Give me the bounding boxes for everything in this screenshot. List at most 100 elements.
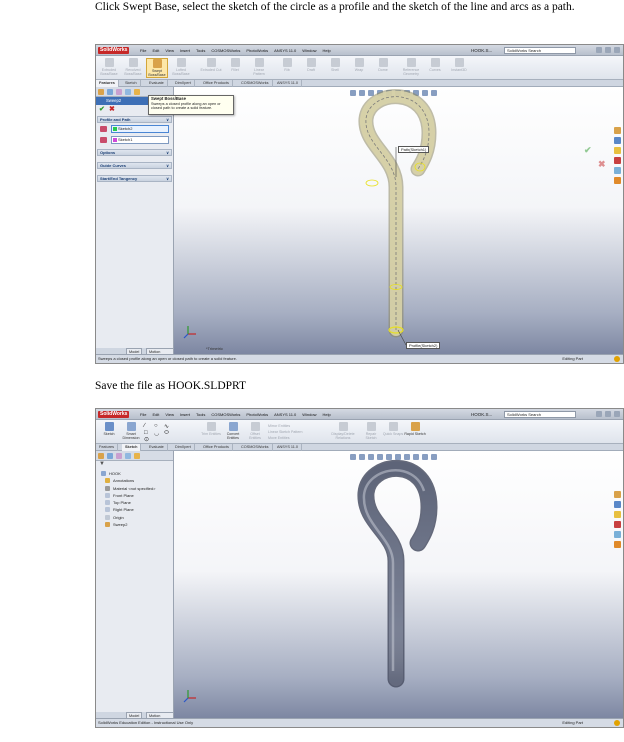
lofted-boss-button[interactable]: Lofted Boss/Base <box>170 58 192 78</box>
tree-item-part[interactable]: HOOK <box>99 470 170 477</box>
help-icon[interactable] <box>614 720 620 726</box>
path-callout[interactable]: Path(Sketch1) <box>398 146 430 153</box>
minimize-icon[interactable] <box>596 411 602 417</box>
tree-item-material[interactable]: Material <not specified> <box>99 485 170 492</box>
tab-evaluate[interactable]: Evaluate <box>146 444 168 451</box>
tree-item-right-plane[interactable]: Right Plane <box>99 506 170 513</box>
tab-features[interactable]: Features <box>96 80 119 87</box>
menu-file[interactable]: File <box>140 411 146 418</box>
offset-entities-button[interactable]: Offset Entities <box>244 422 266 442</box>
repair-sketch-button[interactable]: Repair Sketch <box>360 422 382 442</box>
configuration-icon[interactable] <box>116 453 122 459</box>
graphics-area[interactable] <box>174 451 623 718</box>
menu-help[interactable]: Help <box>323 47 331 54</box>
menu-window[interactable]: Window <box>302 411 316 418</box>
menu-edit[interactable]: Edit <box>152 411 159 418</box>
convert-entities-button[interactable]: Convert Entities <box>222 422 244 442</box>
curves-button[interactable]: Curves <box>424 58 446 78</box>
extruded-cut-button[interactable]: Extruded Cut <box>200 58 222 78</box>
menu-cosmosworks[interactable]: COSMOSWorks <box>211 411 240 418</box>
ellipse-icon[interactable]: ⬭ <box>164 430 169 437</box>
dimxpert-icon[interactable] <box>125 453 131 459</box>
tree-item-annotations[interactable]: Annotations <box>99 477 170 484</box>
menu-insert[interactable]: Insert <box>180 411 190 418</box>
tree-item-front-plane[interactable]: Front Plane <box>99 492 170 499</box>
menu-view[interactable]: View <box>165 47 174 54</box>
graphics-area[interactable]: ✔ ✖ Path(Sketch1) Profile(Sketch2) *Trim… <box>174 87 623 354</box>
ok-check-icon[interactable]: ✔ <box>99 106 105 113</box>
section-options[interactable]: Options <box>97 149 172 156</box>
tree-item-origin[interactable]: Origin <box>99 514 170 521</box>
menu-edit[interactable]: Edit <box>152 47 159 54</box>
reference-geometry-button[interactable]: Reference Geometry <box>400 58 422 78</box>
tab-ansys[interactable]: ANSYS 11.0 <box>274 444 303 451</box>
menu-help[interactable]: Help <box>323 411 331 418</box>
search-input[interactable]: SolidWorks Search <box>504 411 576 418</box>
line-icon[interactable]: ∕ <box>144 423 145 429</box>
tab-dimxpert[interactable]: DimXpert <box>172 444 195 451</box>
profile-callout[interactable]: Profile(Sketch2) <box>406 342 441 349</box>
rapid-sketch-button[interactable]: Rapid Sketch <box>404 422 426 442</box>
minimize-icon[interactable] <box>596 47 602 53</box>
point-icon[interactable]: ⊙ <box>144 436 149 443</box>
extruded-boss-button[interactable]: Extruded Boss/Base <box>98 58 120 78</box>
display-manager-icon[interactable] <box>134 453 140 459</box>
menu-tools[interactable]: Tools <box>196 411 205 418</box>
menu-window[interactable]: Window <box>302 47 316 54</box>
close-icon[interactable] <box>614 411 620 417</box>
tab-office-products[interactable]: Office Products <box>200 80 233 87</box>
tab-sketch[interactable]: Sketch <box>122 444 142 451</box>
tree-item-sweep[interactable]: Sweep2 <box>99 521 170 528</box>
path-selection-box[interactable]: Sketch1 <box>111 136 169 144</box>
menu-cosmosworks[interactable]: COSMOSWorks <box>211 47 240 54</box>
tab-cosmosworks[interactable]: COSMOSWorks <box>238 80 273 87</box>
spline-icon[interactable]: ∿ <box>164 423 169 430</box>
close-icon[interactable] <box>614 47 620 53</box>
trim-entities-button[interactable]: Trim Entities <box>200 422 222 442</box>
help-icon[interactable] <box>614 356 620 362</box>
maximize-icon[interactable] <box>605 47 611 53</box>
profile-selection-box[interactable]: Sketch2 <box>111 125 169 133</box>
shell-button[interactable]: Shell <box>324 58 346 78</box>
menu-photoworks[interactable]: PhotoWorks <box>246 47 268 54</box>
swept-boss-button[interactable]: Swept Boss/Base <box>146 58 168 78</box>
menu-photoworks[interactable]: PhotoWorks <box>246 411 268 418</box>
dome-button[interactable]: Dome <box>372 58 394 78</box>
filter-icon[interactable]: ▼ <box>99 461 105 467</box>
search-input[interactable]: SolidWorks Search <box>504 47 576 54</box>
fillet-button[interactable]: Fillet <box>224 58 246 78</box>
feature-tree-icon[interactable] <box>98 453 104 459</box>
menu-tools[interactable]: Tools <box>196 47 205 54</box>
tab-features[interactable]: Features <box>96 444 118 451</box>
smart-dimension-button[interactable]: Smart Dimension <box>120 422 142 442</box>
revolved-boss-button[interactable]: Revolved Boss/Base <box>122 58 144 78</box>
draft-button[interactable]: Draft <box>300 58 322 78</box>
section-guide-curves[interactable]: Guide Curves <box>97 162 172 169</box>
tab-ansys[interactable]: ANSYS 11.0 <box>274 80 303 87</box>
display-manager-icon[interactable] <box>134 89 140 95</box>
rib-button[interactable]: Rib <box>276 58 298 78</box>
property-manager-icon[interactable] <box>107 89 113 95</box>
menu-ansys[interactable]: ANSYS 11.0 <box>274 411 296 418</box>
linear-pattern-button[interactable]: Linear Pattern <box>248 58 270 78</box>
configuration-icon[interactable] <box>116 89 122 95</box>
property-manager-icon[interactable] <box>107 453 113 459</box>
menu-ansys[interactable]: ANSYS 11.0 <box>274 47 296 54</box>
tab-office-products[interactable]: Office Products <box>200 444 233 451</box>
maximize-icon[interactable] <box>605 411 611 417</box>
instant3d-button[interactable]: Instant3D <box>448 58 470 78</box>
dimxpert-icon[interactable] <box>125 89 131 95</box>
menu-insert[interactable]: Insert <box>180 47 190 54</box>
menu-file[interactable]: File <box>140 47 146 54</box>
cancel-x-icon[interactable]: ✖ <box>109 106 115 113</box>
tree-item-top-plane[interactable]: Top Plane <box>99 499 170 506</box>
feature-tree-icon[interactable] <box>98 89 104 95</box>
tab-cosmosworks[interactable]: COSMOSWorks <box>238 444 273 451</box>
move-entities-button[interactable]: Move Entities <box>268 435 324 441</box>
menu-view[interactable]: View <box>165 411 174 418</box>
tab-dimxpert[interactable]: DimXpert <box>172 80 195 87</box>
display-delete-relations-button[interactable]: Display/Delete Relations <box>328 422 358 442</box>
quick-snaps-button[interactable]: Quick Snaps <box>382 422 404 442</box>
circle-icon[interactable]: ○ <box>154 423 158 429</box>
section-profile-and-path[interactable]: Profile and Path <box>97 116 172 123</box>
